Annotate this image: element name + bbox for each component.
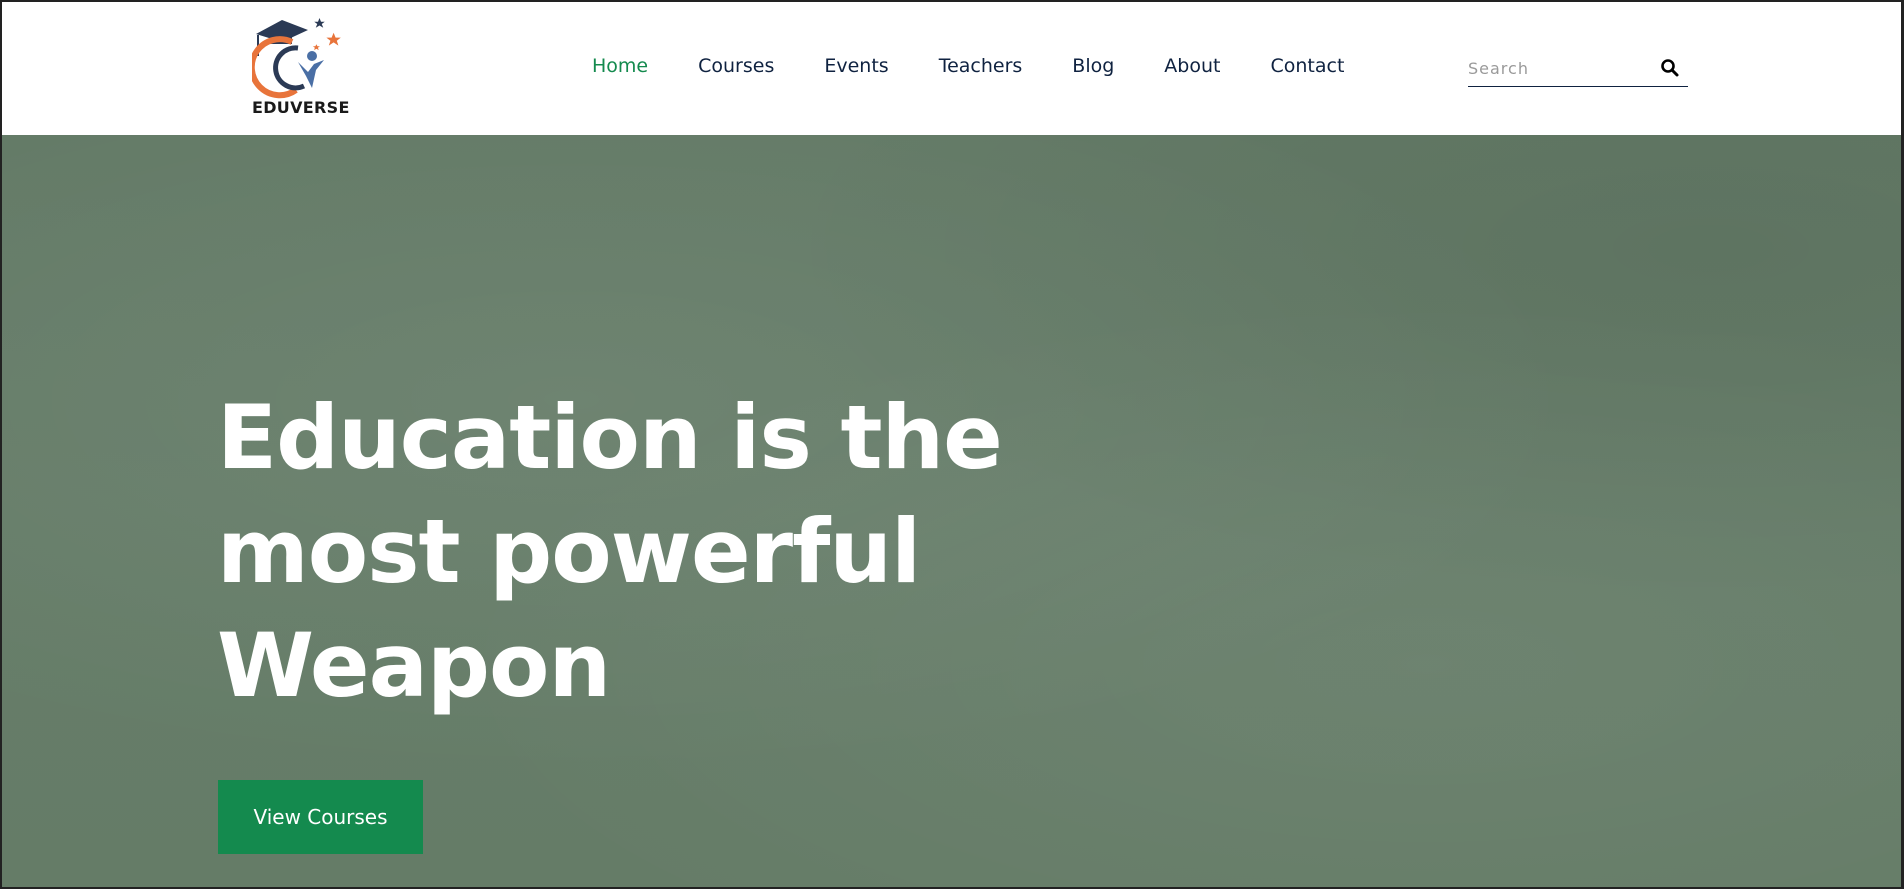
view-courses-button[interactable]: View Courses [218, 780, 423, 854]
nav-item-blog[interactable]: Blog [1072, 53, 1114, 79]
brand-logo[interactable]: EDUVERSE [252, 12, 352, 122]
graduation-logo-icon [252, 18, 341, 99]
search-icon[interactable] [1660, 58, 1680, 78]
search-box [1468, 50, 1688, 87]
hero-title: Education is the most powerful Weapon [217, 381, 1117, 723]
hero-title-line: Education is the [217, 386, 1003, 489]
page-frame: EDUVERSE Home Courses Events Teachers Bl… [0, 0, 1904, 889]
nav-item-home[interactable]: Home [592, 53, 648, 79]
site-header: EDUVERSE Home Courses Events Teachers Bl… [2, 2, 1901, 135]
brand-name: EDUVERSE [252, 98, 350, 117]
nav-item-about[interactable]: About [1164, 53, 1220, 79]
nav-item-courses[interactable]: Courses [698, 53, 774, 79]
search-input[interactable] [1468, 56, 1648, 80]
main-nav: Home Courses Events Teachers Blog About … [592, 53, 1394, 79]
nav-item-events[interactable]: Events [824, 53, 888, 79]
hero-title-line: Weapon [217, 614, 611, 717]
nav-item-teachers[interactable]: Teachers [939, 53, 1023, 79]
nav-item-contact[interactable]: Contact [1270, 53, 1344, 79]
hero-title-line: most powerful [217, 500, 921, 603]
hero-section: Education is the most powerful Weapon Vi… [2, 135, 1901, 887]
